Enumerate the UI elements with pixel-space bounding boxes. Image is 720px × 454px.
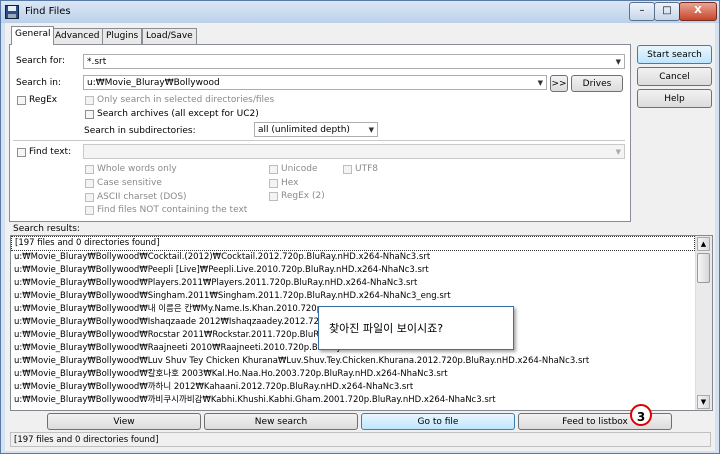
results-scrollbar[interactable]: ▲ ▼ [695,236,712,410]
new-search-button[interactable]: New search [204,413,358,430]
subdirs-select[interactable]: all (unlimited depth) ▼ [254,122,378,137]
regex-label: RegEx [29,95,58,105]
regex-checkbox[interactable] [17,96,26,105]
minimize-button[interactable]: – [629,2,655,21]
close-button[interactable]: X [679,2,717,21]
annotation-callout: 찾아진 파일이 보이시죠? [318,306,514,350]
chevron-down-icon[interactable]: ▼ [369,123,374,136]
list-item[interactable]: u:₩Movie_Bluray₩Bollywood₩Luv Shuv Tey C… [11,355,695,368]
hex-checkbox[interactable] [269,179,278,188]
utf8-label: UTF8 [355,164,378,174]
status-bar: [197 files and 0 directories found] [10,432,711,447]
tab-general[interactable]: General [11,26,55,45]
hex-label: Hex [281,178,299,188]
list-item[interactable]: u:₩Movie_Bluray₩Bollywood₩Peepli [Live]₩… [11,264,695,277]
tab-plugins[interactable]: Plugins [102,28,143,44]
search-for-input[interactable]: *.srt ▼ [83,54,625,69]
drives-button[interactable]: Drives [571,75,623,92]
find-files-window: Find Files – □ X General Advanced Plugin… [0,0,720,454]
help-button[interactable]: Help [637,89,712,108]
only-selected-label: Only search in selected directories/file… [97,95,275,105]
unicode-checkbox[interactable] [269,165,278,174]
scroll-up-icon[interactable]: ▲ [697,237,710,251]
list-item[interactable]: u:₩Movie_Bluray₩Bollywood₩칼호나호 2003₩Kal.… [11,368,695,381]
find-text-checkbox[interactable] [17,148,26,157]
unicode-label: Unicode [281,164,318,174]
search-for-value: *.srt [87,57,107,67]
archives-checkbox[interactable] [85,110,94,119]
maximize-button[interactable]: □ [654,2,680,21]
floppy-disk-icon [5,5,19,19]
find-text-label: Find text: [29,147,72,157]
title-bar[interactable]: Find Files – □ X [1,1,719,23]
utf8-checkbox[interactable] [343,165,352,174]
divider [13,140,625,141]
window-title: Find Files [25,6,71,17]
search-in-label: Search in: [16,78,62,88]
view-button[interactable]: View [47,413,201,430]
step-number-badge: 3 [630,404,652,426]
search-for-label: Search for: [16,56,66,66]
ascii-label: ASCII charset (DOS) [97,192,187,202]
list-item[interactable]: u:₩Movie_Bluray₩Bollywood₩까하니 2012₩Kahaa… [11,381,695,394]
subdirs-value: all (unlimited depth) [258,125,350,135]
list-item[interactable]: u:₩Movie_Bluray₩Bollywood₩Players.2011₩P… [11,277,695,290]
not-containing-checkbox[interactable] [85,206,94,215]
find-text-input[interactable]: ▼ [83,144,625,159]
regex2-label: RegEx (2) [281,191,325,201]
search-in-input[interactable]: u:₩Movie_Bluray₩Bollywood ▼ [83,75,547,90]
cancel-button[interactable]: Cancel [637,67,712,86]
go-to-file-button[interactable]: Go to file [361,413,515,430]
tab-load-save[interactable]: Load/Save [142,28,197,44]
list-item[interactable]: u:₩Movie_Bluray₩Bollywood₩Cocktail.(2012… [11,251,695,264]
whole-words-label: Whole words only [97,164,177,174]
scroll-thumb[interactable] [697,253,710,283]
ascii-checkbox[interactable] [85,193,94,202]
browse-button[interactable]: >> [550,75,568,92]
list-item[interactable]: u:₩Movie_Bluray₩Bollywood₩Singham.2011₩S… [11,290,695,303]
chevron-down-icon[interactable]: ▼ [616,145,621,158]
scroll-down-icon[interactable]: ▼ [697,395,710,409]
regex2-checkbox[interactable] [269,192,278,201]
only-selected-checkbox[interactable] [85,96,94,105]
search-results-label: Search results: [13,224,80,234]
tab-advanced[interactable]: Advanced [51,28,104,44]
archives-label: Search archives (all except for UC2) [97,109,259,119]
case-sensitive-label: Case sensitive [97,178,162,188]
subdirs-label: Search in subdirectories: [84,126,196,136]
not-containing-label: Find files NOT containing the text [97,205,248,215]
case-sensitive-checkbox[interactable] [85,179,94,188]
list-item[interactable]: u:₩Movie_Bluray₩Bollywood₩까비쿠시까비감₩Kabhi.… [11,394,695,407]
start-search-button[interactable]: Start search [637,45,712,64]
list-item[interactable]: [197 files and 0 directories found] [11,236,695,251]
whole-words-checkbox[interactable] [85,165,94,174]
search-in-value: u:₩Movie_Bluray₩Bollywood [87,78,220,88]
chevron-down-icon[interactable]: ▼ [538,76,543,89]
chevron-down-icon[interactable]: ▼ [616,55,621,68]
